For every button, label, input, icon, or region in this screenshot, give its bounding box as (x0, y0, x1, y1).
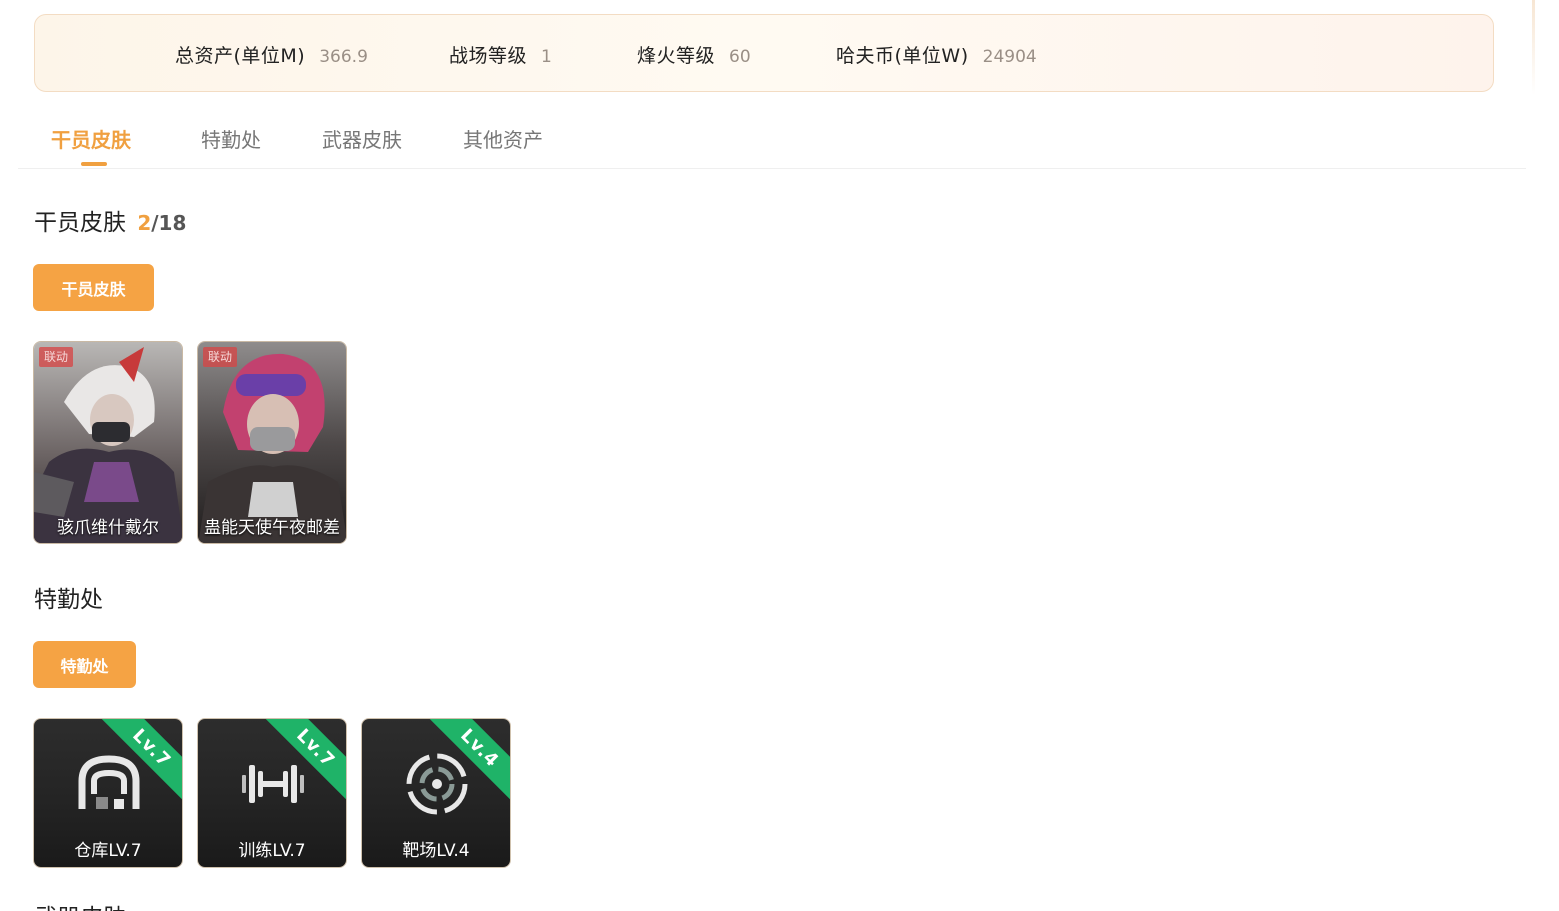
tab-special-ops[interactable]: 特勤处 (201, 124, 261, 153)
filter-button-operator-skins[interactable]: 干员皮肤 (33, 264, 154, 311)
skin-card[interactable]: 联动 蛊能天使午夜邮差 (197, 341, 347, 544)
tab-operator-skins[interactable]: 干员皮肤 (51, 124, 131, 153)
asset-page: 总资产(单位M) 366.9 战场等级 1 烽火等级 60 哈夫币(单位W) 2… (0, 0, 1559, 911)
stat-battlefield-level: 战场等级 1 (449, 41, 552, 68)
stat-label: 烽火等级 (637, 45, 716, 67)
scroll-edge (1532, 0, 1535, 95)
owned-count: 2 (137, 211, 152, 235)
dumbbell-icon (242, 765, 304, 803)
stats-banner: 总资产(单位M) 366.9 战场等级 1 烽火等级 60 哈夫币(单位W) 2… (34, 14, 1494, 92)
section-title-weapon-skins: 武器皮肤 (34, 898, 126, 911)
section-title-special-ops: 特勤处 (34, 587, 103, 613)
facility-label: 训练LV.7 (238, 841, 306, 861)
warehouse-icon (78, 755, 140, 809)
skin-count: 2/18 (137, 211, 186, 235)
stat-label: 战场等级 (449, 45, 528, 67)
target-icon (406, 753, 468, 815)
stat-label: 哈夫币(单位W) (836, 45, 969, 67)
section-title-text: 干员皮肤 (34, 210, 126, 236)
facility-label: 仓库LV.7 (74, 841, 142, 861)
facility-label: 靶场LV.4 (402, 841, 470, 861)
section-title-operator-skins: 干员皮肤 2/18 (34, 203, 186, 237)
active-tab-indicator (81, 162, 107, 166)
facility-card-range[interactable]: Lv.4 靶场LV.4 (361, 718, 511, 868)
stat-value: 24904 (982, 47, 1037, 67)
facility-card-training[interactable]: Lv.7 训练LV.7 (197, 718, 347, 868)
tab-weapon-skins[interactable]: 武器皮肤 (322, 124, 402, 153)
filter-button-special-ops[interactable]: 特勤处 (33, 641, 136, 688)
stat-value: 366.9 (319, 47, 368, 67)
facility-card-warehouse[interactable]: Lv.7 仓库LV.7 (33, 718, 183, 868)
stat-label: 总资产(单位M) (175, 45, 306, 67)
stat-value: 60 (729, 47, 751, 67)
category-tabs: 干员皮肤 特勤处 武器皮肤 其他资产 (18, 112, 1526, 169)
skin-card[interactable]: 联动 骇爪维什戴尔 (33, 341, 183, 544)
tab-other-assets[interactable]: 其他资产 (463, 124, 543, 153)
collab-tag: 联动 (203, 347, 238, 367)
stat-value: 1 (541, 47, 552, 67)
stat-total-assets: 总资产(单位M) 366.9 (175, 41, 368, 68)
total-count: /18 (151, 211, 187, 235)
stat-havoc-coins: 哈夫币(单位W) 24904 (836, 41, 1037, 68)
stat-beacon-level: 烽火等级 60 (637, 41, 751, 68)
skin-name: 骇爪维什戴尔 (57, 518, 159, 538)
skin-name: 蛊能天使午夜邮差 (204, 518, 340, 538)
collab-tag: 联动 (39, 347, 74, 367)
